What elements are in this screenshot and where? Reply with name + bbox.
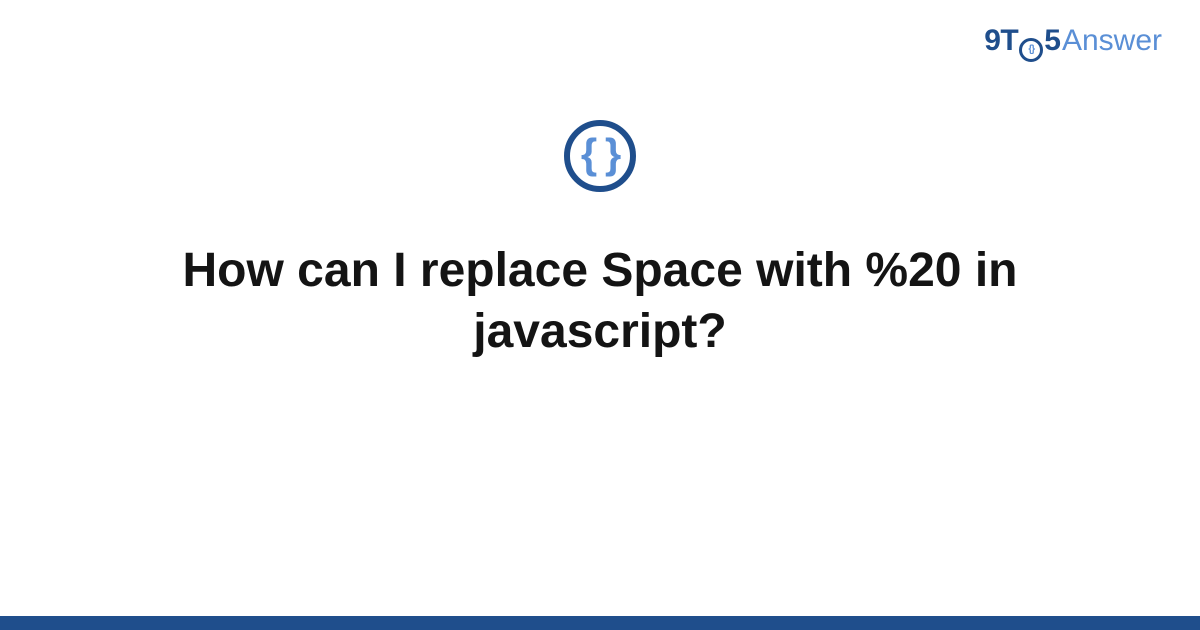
site-logo[interactable]: 9T {} 5 Answer <box>984 24 1162 60</box>
logo-text-answer: Answer <box>1062 24 1162 58</box>
category-badge: { } <box>564 120 636 192</box>
code-braces-icon: { } <box>581 133 619 175</box>
main-content: { } How can I replace Space with %20 in … <box>0 120 1200 363</box>
logo-o-ring: {} <box>1019 38 1043 62</box>
braces-icon: {} <box>1028 44 1034 55</box>
question-title: How can I replace Space with %20 in java… <box>100 240 1100 363</box>
logo-text-5: 5 <box>1044 24 1061 58</box>
footer-accent-bar <box>0 616 1200 630</box>
logo-text-9t: 9T <box>984 24 1018 58</box>
